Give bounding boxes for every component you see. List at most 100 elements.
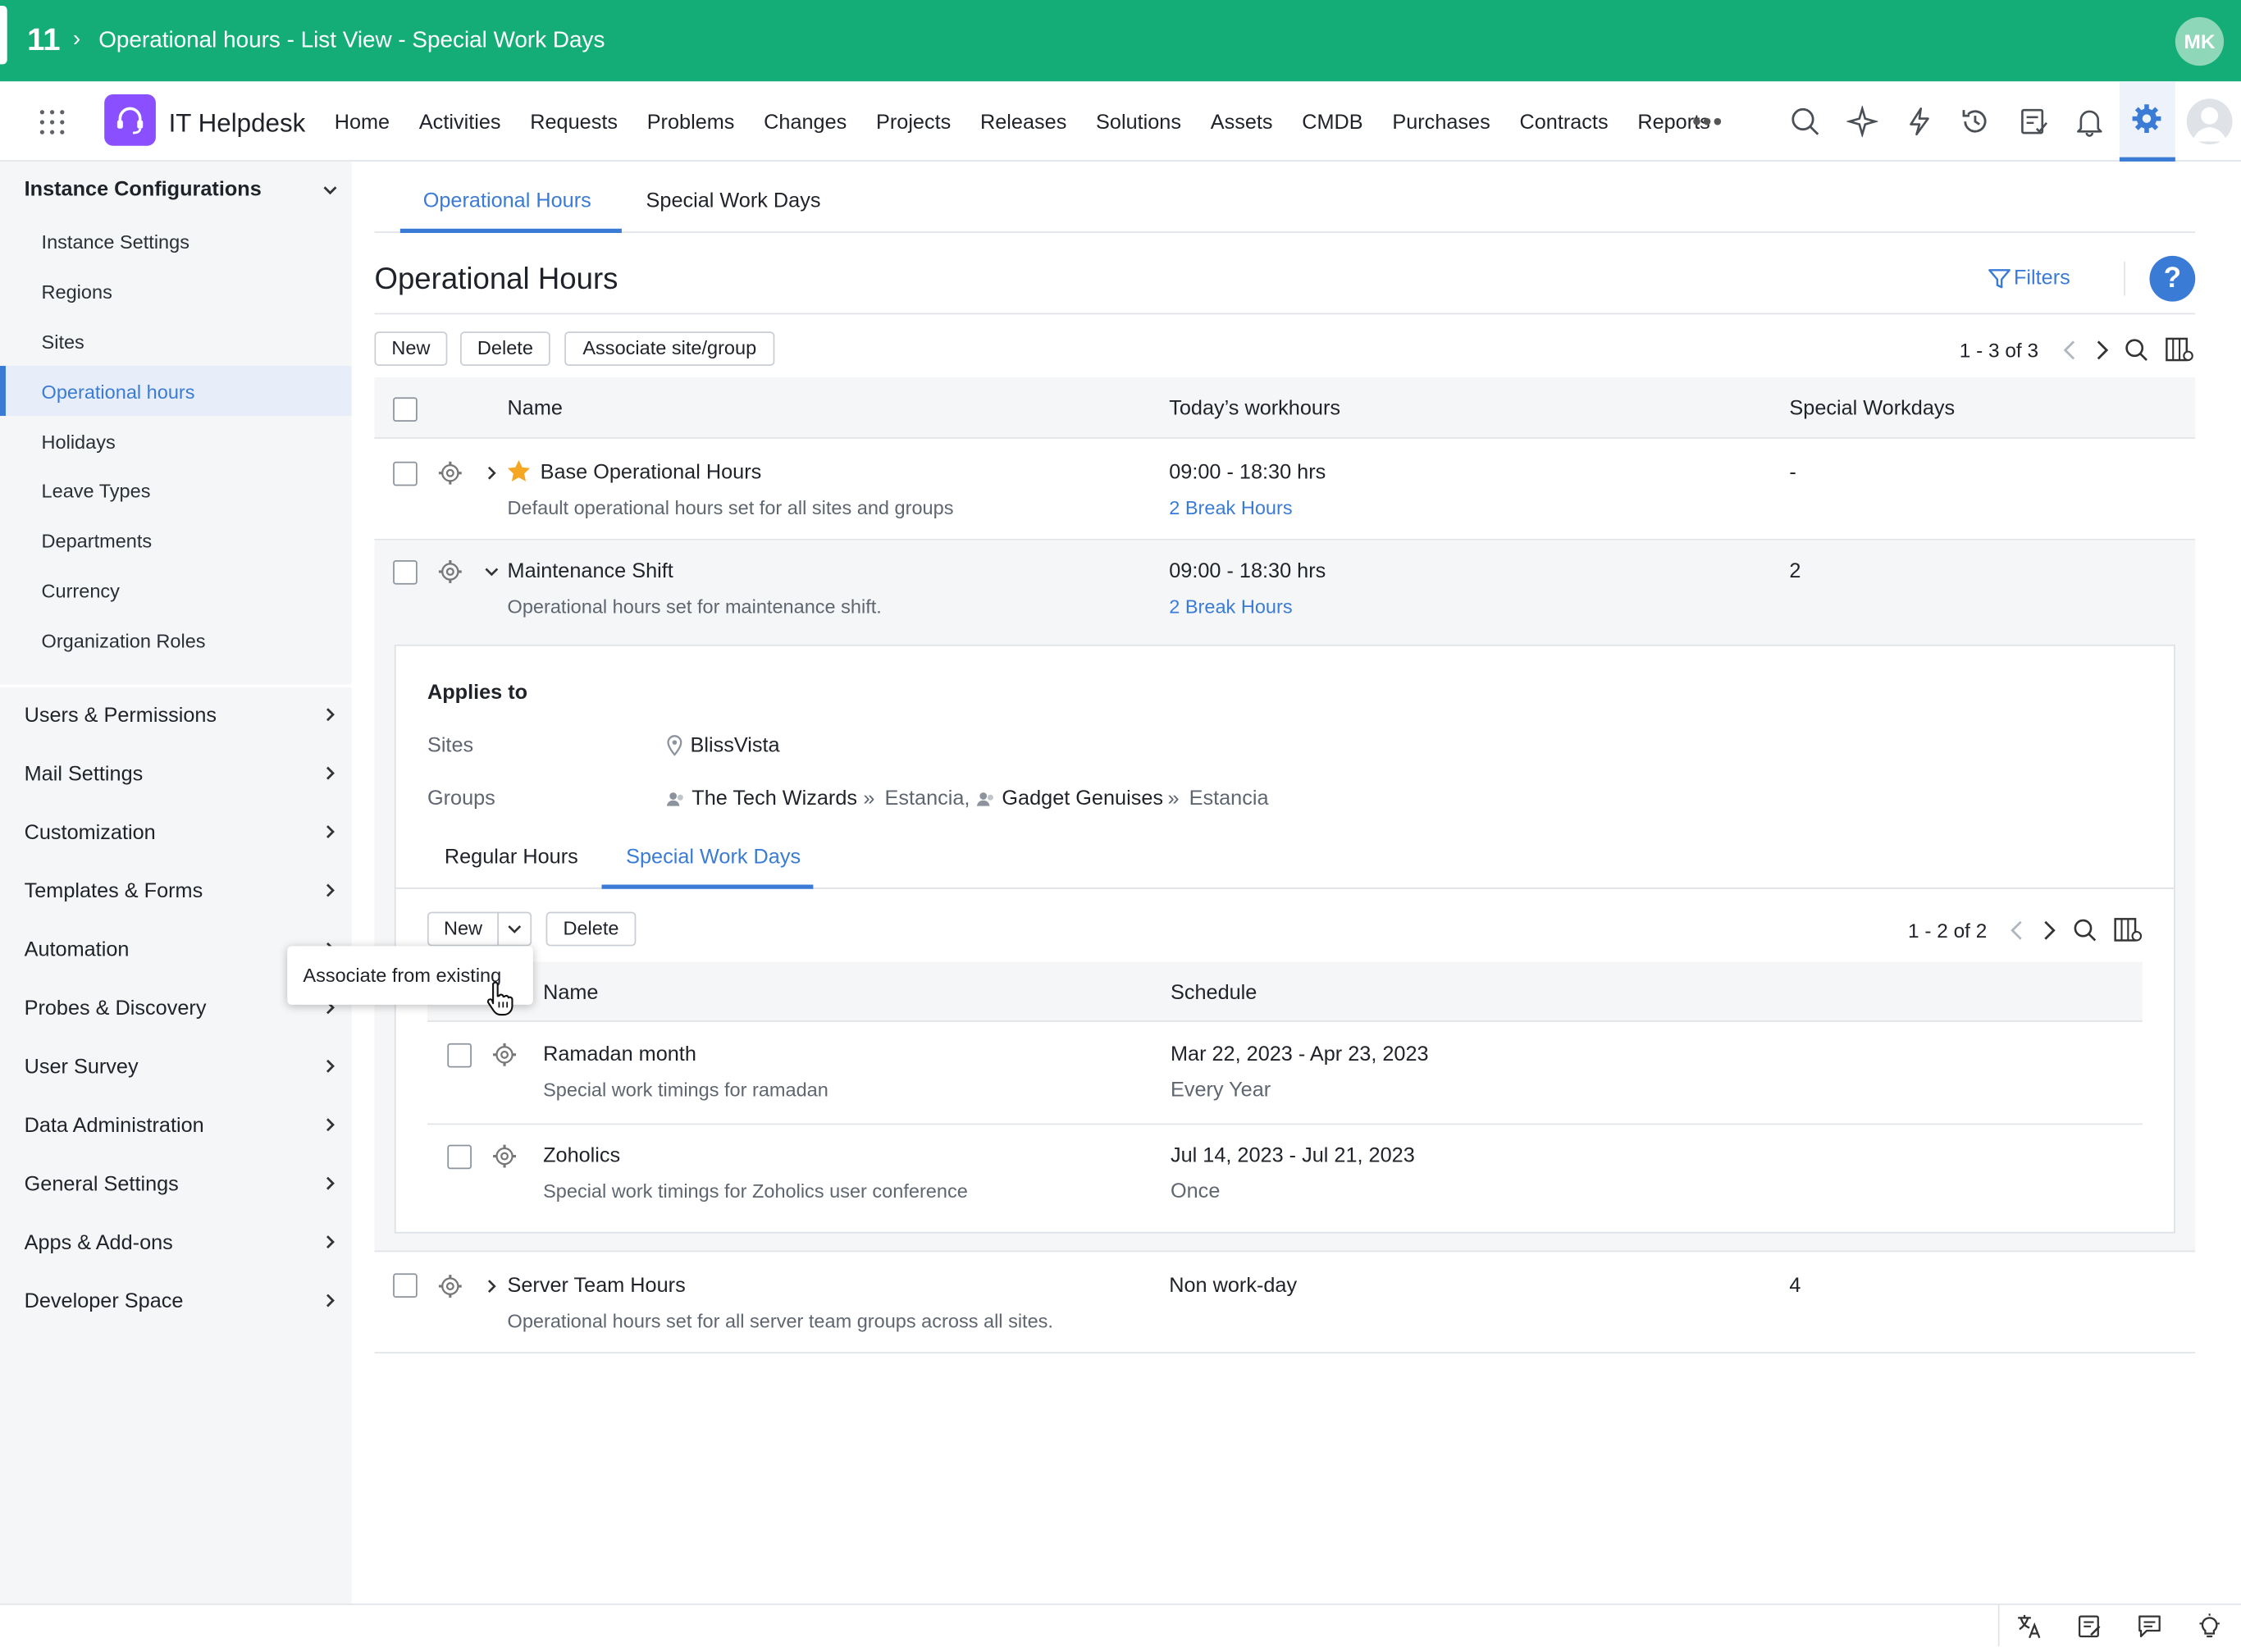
sidebar-toggle-handle[interactable] [0, 5, 7, 65]
sidebar-section-general-settings[interactable]: General Settings [25, 1172, 179, 1198]
nav-contracts[interactable]: Contracts [1519, 110, 1608, 135]
sidebar-section-templates-forms[interactable]: Templates & Forms [25, 879, 203, 905]
sidebar-item-organization-roles[interactable]: Organization Roles [42, 629, 206, 654]
table-search-icon[interactable] [2124, 337, 2149, 363]
chevron-right-icon[interactable] [323, 766, 337, 780]
sidebar-item-holidays[interactable]: Holidays [42, 430, 116, 454]
sidebar-section-users-permissions[interactable]: Users & Permissions [25, 703, 217, 728]
nav-activities[interactable]: Activities [419, 110, 501, 135]
task-list-icon[interactable] [2018, 106, 2049, 137]
sidebar-item-regions[interactable]: Regions [42, 281, 112, 305]
translate-icon[interactable] [2016, 1613, 2042, 1639]
row-checkbox[interactable] [447, 1144, 472, 1170]
prev-page-icon[interactable] [2061, 339, 2078, 362]
nav-home[interactable]: Home [335, 110, 390, 135]
app-launcher-icon[interactable] [39, 110, 65, 135]
select-all-checkbox[interactable] [393, 397, 418, 422]
special-day-name[interactable]: Ramadan month [543, 1042, 696, 1067]
chevron-right-icon[interactable] [323, 1234, 337, 1249]
chevron-right-icon[interactable] [323, 1176, 337, 1190]
expand-chevron-right-icon[interactable] [485, 1279, 499, 1294]
row-checkbox[interactable] [447, 1043, 472, 1068]
notes-edit-icon[interactable] [2077, 1613, 2102, 1639]
column-header-name[interactable]: Name [508, 396, 563, 422]
column-settings-icon[interactable] [2114, 918, 2143, 943]
nav-problems[interactable]: Problems [647, 110, 735, 135]
settings-tab-active[interactable] [2119, 81, 2175, 162]
sidebar-section-customization[interactable]: Customization [25, 820, 156, 846]
next-page-icon[interactable] [2041, 919, 2058, 942]
table-row[interactable]: Server Team Hours Operational hours set … [374, 1252, 2196, 1354]
row-name[interactable]: Maintenance Shift [508, 559, 673, 584]
sidebar-item-departments[interactable]: Departments [42, 529, 153, 554]
subcolumn-header-schedule[interactable]: Schedule [1171, 980, 1257, 1006]
sidebar-section-instance-configurations[interactable]: Instance Configurations [25, 177, 262, 203]
notification-bell-icon[interactable] [2074, 106, 2105, 137]
column-header-special-workdays[interactable]: Special Workdays [1789, 396, 1955, 422]
history-icon[interactable] [1960, 106, 1991, 137]
chevron-right-icon[interactable] [323, 1118, 337, 1132]
new-button[interactable]: New [374, 331, 448, 367]
profile-avatar[interactable] [2186, 98, 2233, 144]
chevron-right-icon[interactable] [323, 883, 337, 897]
tab-operational-hours[interactable]: Operational Hours [423, 189, 591, 214]
sidebar-item-leave-types[interactable]: Leave Types [42, 479, 151, 504]
tab-special-work-days[interactable]: Special Work Days [646, 189, 821, 214]
ai-sparkle-icon[interactable] [1846, 105, 1878, 138]
filters-button[interactable]: Filters [1988, 266, 2070, 291]
column-header-workhours[interactable]: Today’s workhours [1169, 396, 1340, 422]
nav-solutions[interactable]: Solutions [1096, 110, 1181, 135]
subcolumn-header-name[interactable]: Name [543, 980, 598, 1006]
special-day-name[interactable]: Zoholics [543, 1143, 620, 1169]
nav-cmdb[interactable]: CMDB [1302, 110, 1362, 135]
help-button[interactable]: ? [2149, 255, 2196, 302]
row-name[interactable]: Base Operational Hours [541, 460, 762, 486]
sidebar-section-probes-discovery[interactable]: Probes & Discovery [25, 996, 207, 1021]
sidebar-item-operational-hours[interactable]: Operational hours [42, 380, 195, 404]
next-page-icon[interactable] [2094, 339, 2111, 362]
sidebar-section-apps-addons[interactable]: Apps & Add-ons [25, 1230, 173, 1256]
chat-icon[interactable] [2137, 1613, 2162, 1639]
column-settings-icon[interactable] [2166, 337, 2194, 363]
search-icon[interactable] [1789, 106, 1820, 137]
sidebar-section-automation[interactable]: Automation [25, 938, 130, 963]
sidebar-section-data-administration[interactable]: Data Administration [25, 1113, 204, 1139]
row-settings-gear-icon[interactable] [437, 1273, 463, 1298]
row-checkbox[interactable] [393, 560, 418, 585]
sub-new-button[interactable]: New [427, 911, 500, 947]
sub-new-dropdown-button[interactable] [497, 911, 532, 947]
subtable-search-icon[interactable] [2072, 918, 2097, 943]
sidebar-section-developer-space[interactable]: Developer Space [25, 1289, 184, 1315]
chevron-right-icon[interactable] [323, 1059, 337, 1073]
sidebar-item-sites[interactable]: Sites [42, 330, 84, 354]
prev-page-icon[interactable] [2008, 919, 2025, 942]
subtable-row[interactable]: Ramadan month Special work timings for r… [427, 1024, 2143, 1125]
nav-changes[interactable]: Changes [764, 110, 847, 135]
sidebar-section-mail-settings[interactable]: Mail Settings [25, 762, 144, 787]
associate-site-group-button[interactable]: Associate site/group [564, 331, 775, 367]
delete-button[interactable]: Delete [460, 331, 550, 367]
nav-releases[interactable]: Releases [980, 110, 1066, 135]
sidebar-section-user-survey[interactable]: User Survey [25, 1055, 139, 1080]
chevron-right-icon[interactable] [323, 824, 337, 839]
row-name[interactable]: Server Team Hours [508, 1273, 686, 1298]
collapse-chevron-down-icon[interactable] [485, 564, 499, 578]
nav-requests[interactable]: Requests [530, 110, 618, 135]
row-settings-gear-icon[interactable] [491, 1143, 517, 1169]
row-settings-gear-icon[interactable] [437, 559, 463, 584]
sidebar-item-instance-settings[interactable]: Instance Settings [42, 230, 189, 255]
row-checkbox[interactable] [393, 461, 418, 486]
nav-purchases[interactable]: Purchases [1392, 110, 1490, 135]
break-hours-link[interactable]: 2 Break Hours [1169, 595, 1292, 619]
sidebar-item-currency[interactable]: Currency [42, 579, 120, 604]
nav-projects[interactable]: Projects [876, 110, 951, 135]
row-settings-gear-icon[interactable] [437, 460, 463, 486]
subtable-row[interactable]: Zoholics Special work timings for Zoholi… [427, 1125, 2143, 1226]
subtab-regular-hours[interactable]: Regular Hours [445, 845, 578, 870]
chevron-down-icon[interactable] [323, 183, 337, 197]
lightbulb-icon[interactable] [2197, 1613, 2222, 1639]
subtab-special-work-days[interactable]: Special Work Days [626, 845, 801, 870]
table-row[interactable]: Base Operational Hours Default operation… [374, 440, 2196, 541]
user-avatar[interactable]: MK [2175, 16, 2225, 66]
break-hours-link[interactable]: 2 Break Hours [1169, 496, 1292, 521]
